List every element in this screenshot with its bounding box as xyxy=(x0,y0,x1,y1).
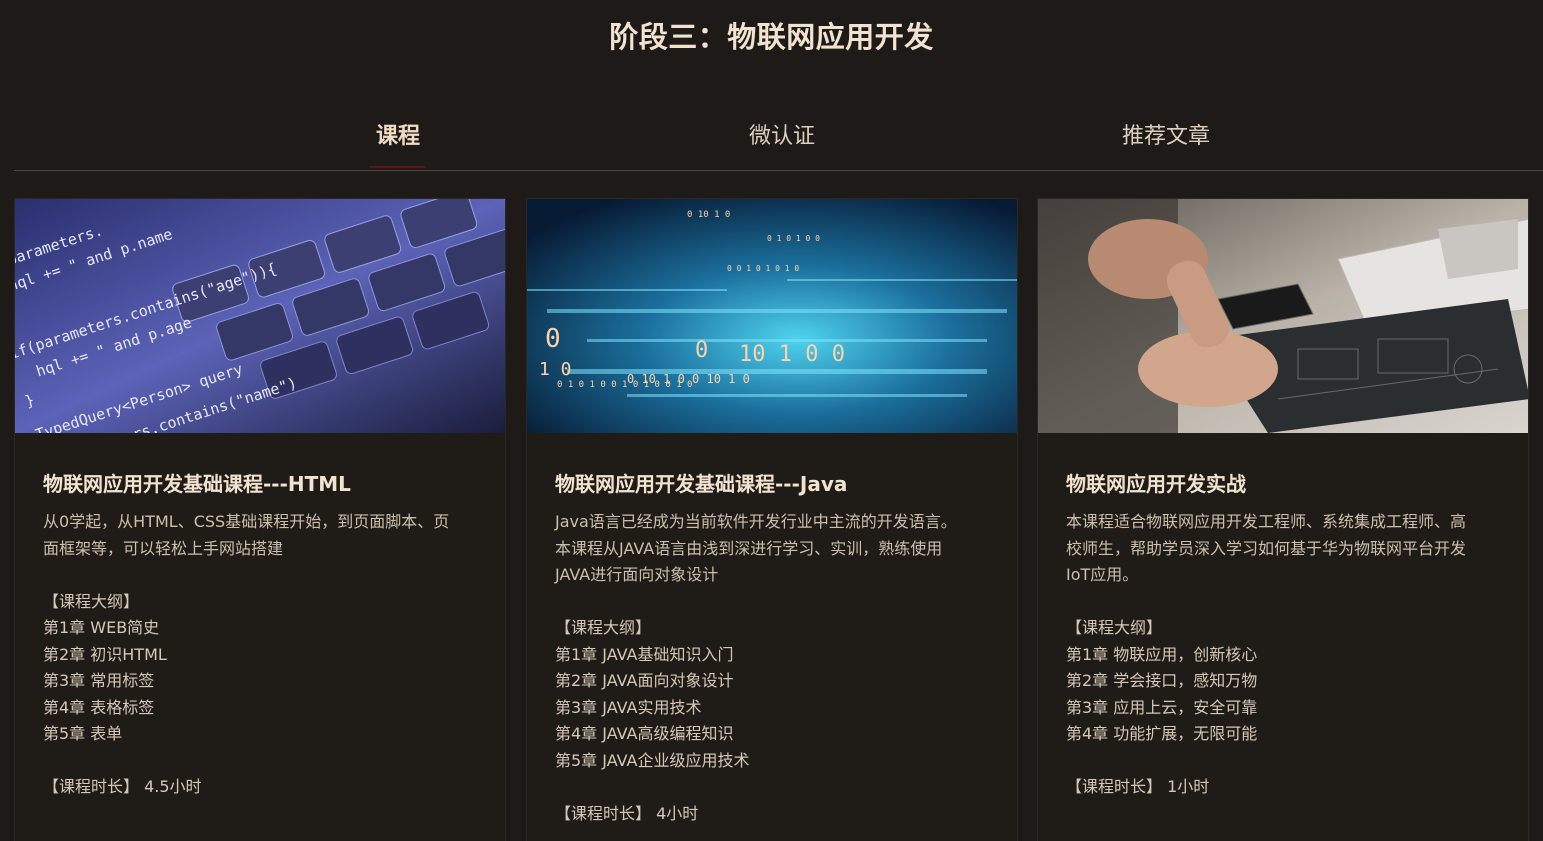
svg-text:0 1 0 1 0 0: 0 1 0 1 0 0 xyxy=(767,234,820,243)
chapter-item: 第3章 应用上云，安全可靠 xyxy=(1066,697,1258,717)
card-title[interactable]: 物联网应用开发基础课程---Java xyxy=(555,469,989,499)
description-line: 本课程适合物联网应用开发工程师、系统集成工程师、高 xyxy=(1066,512,1467,531)
chapter-item: 第5章 表单 xyxy=(43,724,123,743)
description-line: 从0学起，从HTML、CSS基础课程开始，到页面脚本、页 xyxy=(43,512,450,531)
code-keyboard-image[interactable]: if(parameters. hql += " and p.name } if(… xyxy=(15,199,505,433)
chapter-item: 第1章 JAVA基础知识入门 xyxy=(555,644,734,664)
svg-text:0: 0 xyxy=(545,324,561,354)
description-line: Java语言已经成为当前软件开发行业中主流的开发语言。 xyxy=(555,512,957,531)
chapter-item: 第1章 物联应用，创新核心 xyxy=(1066,644,1258,664)
outline-heading: 【课程大纲】 xyxy=(43,591,140,611)
course-card[interactable]: 物联网应用开发实战 本课程适合物联网应用开发工程师、系统集成工程师、高 校师生，… xyxy=(1037,198,1529,841)
description-line: IoT应用。 xyxy=(1066,565,1139,584)
svg-text:10 1 0 0: 10 1 0 0 xyxy=(739,342,845,367)
page-title: 阶段三：物联网应用开发 xyxy=(609,20,934,54)
card-description: 本课程适合物联网应用开发工程师、系统集成工程师、高 校师生，帮助学员深入学习如何… xyxy=(1066,509,1500,589)
chapter-item: 第4章 JAVA高级编程知识 xyxy=(555,724,734,743)
description-line: 面框架等，可以轻松上手网站搭建 xyxy=(43,538,284,558)
laptop-phone-desk-image[interactable] xyxy=(1038,199,1528,433)
chapter-item: 第5章 JAVA企业级应用技术 xyxy=(555,750,750,770)
tab-recommended-articles[interactable]: 推荐文章 xyxy=(1122,118,1210,168)
svg-text:1 0: 1 0 xyxy=(539,359,572,380)
course-duration: 【课程时长】 1小时 xyxy=(1066,777,1210,796)
chapter-item: 第4章 功能扩展，无限可能 xyxy=(1066,724,1258,743)
chapter-item: 第2章 JAVA面向对象设计 xyxy=(555,671,734,690)
chapter-item: 第2章 学会接口，感知万物 xyxy=(1066,671,1258,690)
page: 阶段三：物联网应用开发 课程 微认证 推荐文章 if(parameters. h… xyxy=(0,0,1543,841)
course-duration: 【课程时长】 4.5小时 xyxy=(43,777,202,796)
svg-text:0 0 1 0 1 0 1 0: 0 0 1 0 1 0 1 0 xyxy=(727,264,799,273)
outline-heading: 【课程大纲】 xyxy=(1066,618,1163,637)
tab-courses[interactable]: 课程 xyxy=(369,118,427,168)
chapter-item: 第4章 表格标签 xyxy=(43,697,155,717)
chapter-item: 第3章 常用标签 xyxy=(43,671,155,690)
tab-bar: 课程 微认证 推荐文章 xyxy=(14,110,1543,171)
chapter-item: 第3章 JAVA实用技术 xyxy=(555,697,702,717)
card-title[interactable]: 物联网应用开发实战 xyxy=(1066,469,1500,499)
description-line: JAVA进行面向对象设计 xyxy=(555,565,719,584)
card-description: 从0学起，从HTML、CSS基础课程开始，到页面脚本、页 面框架等，可以轻松上手… xyxy=(43,509,477,562)
outline-heading: 【课程大纲】 xyxy=(555,618,652,637)
course-card[interactable]: if(parameters. hql += " and p.name } if(… xyxy=(14,198,506,841)
card-description: Java语言已经成为当前软件开发行业中主流的开发语言。 本课程从JAVA语言由浅… xyxy=(555,509,989,589)
chapter-item: 第2章 初识HTML xyxy=(43,644,167,664)
description-line: 本课程从JAVA语言由浅到深进行学习、实训，熟练使用 xyxy=(555,538,943,558)
description-line: 校师生，帮助学员深入学习如何基于华为物联网平台开发 xyxy=(1066,538,1467,558)
course-duration: 【课程时长】 4小时 xyxy=(555,803,699,823)
svg-text:0 1 0 1 0 0 1 0 1 0 0 1 0: 0 1 0 1 0 0 1 0 1 0 0 1 0 xyxy=(557,380,692,390)
svg-text:0 10 1 0: 0 10 1 0 xyxy=(687,210,730,220)
binary-data-image[interactable]: 0 10 1 0 0 1 0 1 0 0 0 0 1 0 1 0 1 0 0 1… xyxy=(527,199,1017,433)
svg-text:0: 0 xyxy=(695,338,708,363)
chapter-item: 第1章 WEB简史 xyxy=(43,618,160,637)
card-title[interactable]: 物联网应用开发基础课程---HTML xyxy=(43,469,477,499)
course-card[interactable]: 0 10 1 0 0 1 0 1 0 0 0 0 1 0 1 0 1 0 0 1… xyxy=(526,198,1018,841)
tab-micro-certification[interactable]: 微认证 xyxy=(749,118,815,168)
